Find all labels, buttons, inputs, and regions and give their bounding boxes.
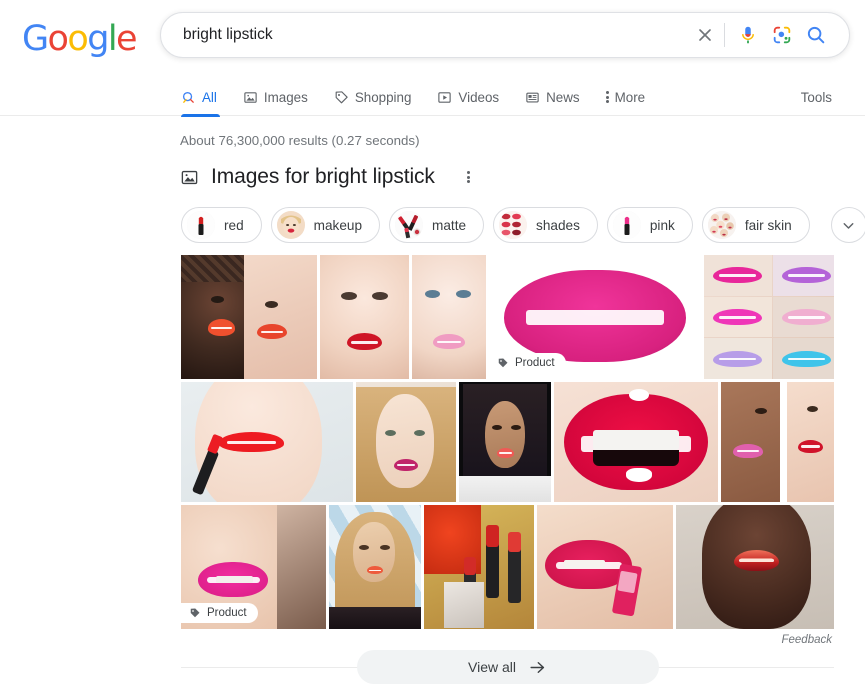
chip-pink[interactable]: pink	[606, 207, 693, 243]
tools-button[interactable]: Tools	[801, 78, 832, 116]
arrow-right-icon	[530, 661, 545, 673]
tab-shopping[interactable]: Shopping	[321, 78, 425, 116]
tag-icon	[498, 358, 508, 368]
fair-skin-faces-thumb	[707, 211, 736, 239]
tab-more[interactable]: More	[593, 78, 659, 116]
page-title: Images for bright lipstick	[211, 165, 435, 188]
tag-icon	[335, 90, 348, 103]
image-icon	[181, 170, 198, 184]
related-search-chips: red makeup matte shades pink fair skin	[181, 207, 865, 243]
image-results-grid: Product Product	[181, 255, 834, 632]
search-icon	[182, 91, 194, 103]
image-result[interactable]	[412, 255, 486, 379]
chip-red[interactable]: red	[181, 207, 262, 243]
nav-tabs: All Images Shopping Videos News More	[178, 78, 659, 117]
tools-label: Tools	[800, 89, 832, 105]
logo-letter-e: e	[115, 19, 138, 59]
makeup-face-thumb	[276, 211, 305, 239]
lipstick-pink-thumb	[612, 211, 641, 239]
image-result[interactable]	[329, 505, 421, 629]
kebab-icon	[467, 171, 471, 183]
kebab-icon	[605, 91, 609, 103]
tab-all-label: All	[202, 89, 217, 105]
image-result[interactable]	[721, 382, 834, 502]
search-nav: All Images Shopping Videos News More Too…	[0, 78, 865, 117]
product-badge-label: Product	[207, 607, 247, 619]
chip-shades-label: shades	[536, 217, 580, 233]
product-badge-label: Product	[515, 357, 555, 369]
view-all-section: View all	[181, 650, 834, 684]
tab-images[interactable]: Images	[230, 78, 321, 116]
chip-makeup-label: makeup	[313, 217, 363, 233]
image-result[interactable]	[181, 255, 317, 379]
clear-search-button[interactable]	[688, 18, 722, 52]
tab-news-label: News	[546, 89, 580, 105]
chip-fair-skin[interactable]: fair skin	[701, 207, 810, 243]
close-icon	[699, 29, 711, 41]
image-result[interactable]	[424, 505, 534, 629]
logo-letter-g2: g	[87, 19, 109, 59]
result-stats: About 76,300,000 results (0.27 seconds)	[180, 133, 420, 148]
image-result[interactable]	[459, 382, 551, 502]
chip-red-label: red	[224, 217, 244, 233]
product-badge: Product	[489, 353, 566, 373]
image-result[interactable]	[320, 255, 409, 379]
lip-shades-thumb	[499, 211, 528, 239]
view-all-button[interactable]: View all	[356, 650, 659, 684]
tab-videos-label: Videos	[458, 89, 500, 105]
logo-letter-o1: o	[47, 19, 69, 59]
chip-makeup[interactable]: makeup	[270, 207, 381, 243]
tab-news[interactable]: News	[512, 78, 592, 116]
tab-more-label: More	[614, 89, 646, 105]
google-lens-icon	[773, 26, 791, 44]
chip-matte-label: matte	[432, 217, 467, 233]
voice-search-button[interactable]	[731, 18, 765, 52]
image-grid-row: Product	[181, 255, 834, 379]
view-all-label: View all	[468, 659, 516, 675]
image-result[interactable]	[676, 505, 834, 629]
logo-letter-l: l	[107, 19, 118, 59]
image-result[interactable]: Product	[181, 505, 326, 629]
tab-all[interactable]: All	[178, 78, 230, 117]
image-icon	[244, 91, 257, 103]
search-bar-actions	[688, 18, 849, 52]
image-result[interactable]	[554, 382, 718, 502]
chevron-down-icon	[843, 222, 854, 229]
google-lens-button[interactable]	[765, 18, 799, 52]
image-result[interactable]	[537, 505, 673, 629]
news-icon	[526, 92, 539, 102]
expand-chips-button[interactable]	[830, 207, 865, 243]
product-badge: Product	[181, 603, 258, 623]
logo-letter-o2: o	[67, 19, 88, 59]
search-submit-button[interactable]	[799, 18, 833, 52]
image-grid-row: Product	[181, 505, 834, 629]
search-bar-divider	[724, 23, 725, 47]
tab-shopping-label: Shopping	[354, 89, 412, 105]
lipstick-red-thumb	[187, 211, 215, 239]
feedback-link[interactable]: Feedback	[781, 634, 832, 646]
google-logo[interactable]: Google	[22, 19, 138, 59]
image-result[interactable]	[704, 255, 834, 379]
chip-pink-label: pink	[649, 217, 675, 233]
search-bar[interactable]	[160, 12, 850, 58]
video-icon	[438, 91, 452, 103]
images-block-menu-button[interactable]	[457, 165, 481, 189]
images-block-header: Images for bright lipstick	[180, 165, 481, 189]
chip-shades[interactable]: shades	[493, 207, 598, 243]
chip-matte[interactable]: matte	[389, 207, 485, 243]
tab-images-label: Images	[263, 89, 308, 105]
image-result[interactable]: Product	[489, 255, 701, 379]
search-input[interactable]	[161, 26, 688, 44]
logo-letter-g1: G	[22, 19, 49, 59]
search-icon	[807, 26, 825, 44]
microphone-icon	[742, 26, 754, 44]
image-result[interactable]	[181, 382, 353, 502]
chip-fair-skin-label: fair skin	[744, 217, 792, 233]
image-result[interactable]	[356, 382, 456, 502]
tab-videos[interactable]: Videos	[424, 78, 512, 116]
image-grid-row	[181, 382, 834, 502]
tag-icon	[190, 608, 200, 618]
matte-lipsticks-thumb	[395, 211, 424, 239]
page-header: Google	[0, 0, 865, 78]
